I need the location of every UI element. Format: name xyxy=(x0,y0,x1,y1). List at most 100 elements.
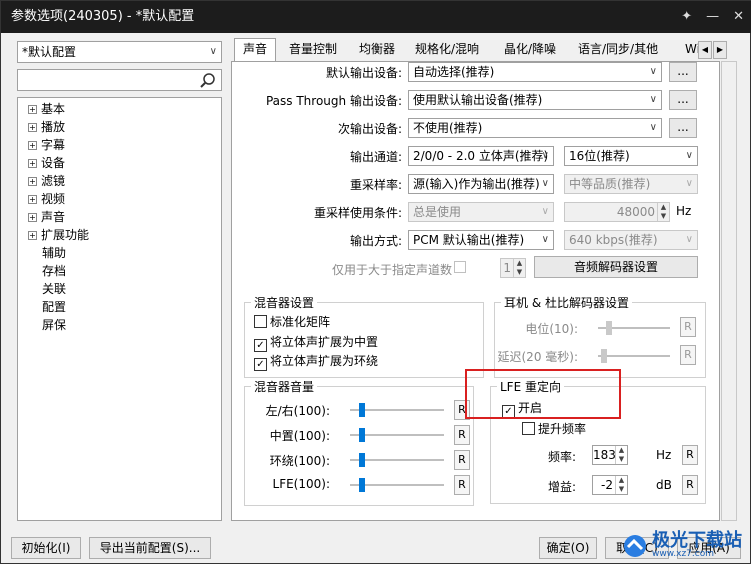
tab-volume-control[interactable]: 音量控制 xyxy=(289,39,337,61)
mixer-volume-reset-button-1[interactable]: R xyxy=(454,425,470,445)
initialize-button[interactable]: 初始化(I) xyxy=(11,537,81,559)
audio-decoder-settings-button[interactable]: 音频解码器设置 xyxy=(534,256,698,278)
min-channels-checkbox[interactable] xyxy=(454,261,466,273)
expand-icon[interactable]: + xyxy=(28,177,37,186)
chevron-down-icon: ∨ xyxy=(649,66,657,77)
close-icon[interactable]: ✕ xyxy=(733,1,744,33)
search-input[interactable] xyxy=(17,69,222,91)
tree-item-1[interactable]: + 播放 xyxy=(28,118,65,136)
tree-item-11[interactable]: 配置 xyxy=(42,298,66,316)
mixer-volume-reset-button-2[interactable]: R xyxy=(454,450,470,470)
slider-thumb[interactable] xyxy=(601,349,607,363)
lfe-gain-label: 增益: xyxy=(547,480,576,494)
expand-icon[interactable]: + xyxy=(28,195,37,204)
slider-thumb[interactable] xyxy=(359,428,365,442)
pin-icon[interactable]: ✦ xyxy=(681,1,692,33)
normalize-matrix-checkbox[interactable]: 标准化矩阵 xyxy=(254,314,330,330)
tab-scroll-right[interactable]: ▶ xyxy=(713,41,727,59)
tab-language-sync[interactable]: 语言/同步/其他 xyxy=(578,39,658,61)
mixer-volume-title: 混音器音量 xyxy=(251,378,318,395)
tree-item-5[interactable]: + 视频 xyxy=(28,190,65,208)
chevron-down-icon: ∨ xyxy=(541,150,549,161)
expand-icon[interactable]: + xyxy=(28,231,37,240)
slider-thumb[interactable] xyxy=(359,478,365,492)
tab-equalizer[interactable]: 均衡器 xyxy=(359,39,395,61)
tree-item-6[interactable]: + 声音 xyxy=(28,208,65,226)
chevron-down-icon: ∨ xyxy=(685,234,693,245)
resample-quality-value: 中等品质(推荐) xyxy=(569,177,651,191)
stereo-to-surround-label: 将立体声扩展为环绕 xyxy=(270,354,379,368)
sound-panel: 默认输出设备: 自动选择(推荐) ∨ ... Pass Through 输出设备:… xyxy=(231,61,720,521)
secondary-output-select[interactable]: 不使用(推荐) ∨ xyxy=(408,118,662,138)
tree-item-8[interactable]: 辅助 xyxy=(42,244,66,262)
default-output-select[interactable]: 自动选择(推荐) ∨ xyxy=(408,62,662,82)
tree-item-0[interactable]: + 基本 xyxy=(28,100,65,118)
ok-button[interactable]: 确定(O) xyxy=(539,537,597,559)
tab-bar: 声音 音量控制 均衡器 规格化/混响 晶化/降噪 语言/同步/其他 Wi xyxy=(232,38,712,62)
tab-normalize-reverb[interactable]: 规格化/混响 xyxy=(415,39,479,61)
tree-item-2[interactable]: + 字幕 xyxy=(28,136,65,154)
title-bar: 参数选项(240305) - *默认配置 ✦ — ✕ xyxy=(1,1,751,33)
window-title: 参数选项(240305) - *默认配置 xyxy=(11,9,195,24)
profile-select[interactable]: *默认配置 ∨ xyxy=(17,41,222,63)
stereo-to-center-checkbox[interactable]: ✓ 将立体声扩展为中置 xyxy=(254,334,378,352)
tree-item-9[interactable]: 存档 xyxy=(42,262,66,280)
tree-item-label: 存档 xyxy=(42,264,67,278)
passthrough-more-button[interactable]: ... xyxy=(669,90,697,110)
expand-icon[interactable]: + xyxy=(28,123,37,132)
tree-item-label: 配置 xyxy=(42,300,67,314)
mixer-volume-reset-button-3[interactable]: R xyxy=(454,475,470,495)
tree-item-7[interactable]: + 扩展功能 xyxy=(28,226,89,244)
lfe-boost-checkbox[interactable]: 提升频率 xyxy=(522,421,586,437)
slider-thumb[interactable] xyxy=(359,403,365,417)
tab-sound[interactable]: 声音 xyxy=(234,38,277,62)
expand-icon[interactable]: + xyxy=(28,213,37,222)
lfe-gain-reset-button[interactable]: R xyxy=(682,475,698,495)
search-icon[interactable] xyxy=(199,72,217,89)
resample-rate-value: 源(输入)作为输出(推荐) xyxy=(413,177,540,191)
mixer-volume-slider-2[interactable] xyxy=(350,452,444,468)
lfe-gain-spinner[interactable]: -2 ▲ ▼ xyxy=(592,475,628,495)
tree-item-label: 屏保 xyxy=(42,318,67,332)
headphone-delay-reset-button: R xyxy=(680,345,696,365)
resample-rate-select[interactable]: 源(输入)作为输出(推荐) ∨ xyxy=(408,174,554,194)
default-output-more-button[interactable]: ... xyxy=(669,62,697,82)
stereo-to-surround-checkbox[interactable]: ✓ 将立体声扩展为环绕 xyxy=(254,353,378,371)
passthrough-select[interactable]: 使用默认输出设备(推荐) ∨ xyxy=(408,90,662,110)
output-channel-select[interactable]: 2/0/0 - 2.0 立体声(推荐) ∨ xyxy=(408,146,554,166)
sample-rate-value: 48000 xyxy=(616,205,655,219)
export-config-button[interactable]: 导出当前配置(S)... xyxy=(89,537,211,559)
mixer-volume-slider-3[interactable] xyxy=(350,477,444,493)
stereo-to-center-label: 将立体声扩展为中置 xyxy=(270,335,379,349)
output-method-select[interactable]: PCM 默认输出(推荐) ∨ xyxy=(408,230,554,250)
minimize-icon[interactable]: — xyxy=(706,1,719,33)
tree-item-12[interactable]: 屏保 xyxy=(42,316,66,334)
expand-icon[interactable]: + xyxy=(28,159,37,168)
tree-item-4[interactable]: + 滤镜 xyxy=(28,172,65,190)
mixer-volume-slider-1[interactable] xyxy=(350,427,444,443)
mixer-volume-label-3: LFE(100): xyxy=(272,477,330,491)
spin-arrows-icon: ▲ ▼ xyxy=(615,476,627,494)
slider-thumb[interactable] xyxy=(359,453,365,467)
chevron-down-icon: ∨ xyxy=(541,234,549,245)
lfe-frequency-reset-button[interactable]: R xyxy=(682,445,698,465)
headphone-level-slider xyxy=(598,320,670,336)
output-method-value: PCM 默认输出(推荐) xyxy=(413,233,525,247)
lfe-frequency-spinner[interactable]: 183 ▲ ▼ xyxy=(592,445,628,465)
tab-scroll-left[interactable]: ◀ xyxy=(698,41,712,59)
chevron-down-icon: ∨ xyxy=(649,122,657,133)
mixer-volume-slider-0[interactable] xyxy=(350,402,444,418)
expand-icon[interactable]: + xyxy=(28,141,37,150)
bit-depth-select[interactable]: 16位(推荐) ∨ xyxy=(564,146,698,166)
tree-item-3[interactable]: + 设备 xyxy=(28,154,65,172)
panel-scrollbar[interactable] xyxy=(721,61,737,521)
tab-crystal-denoise[interactable]: 晶化/降噪 xyxy=(504,39,556,61)
expand-icon[interactable]: + xyxy=(28,105,37,114)
lfe-boost-label: 提升频率 xyxy=(538,422,587,436)
slider-thumb[interactable] xyxy=(606,321,612,335)
tree-item-10[interactable]: 关联 xyxy=(42,280,66,298)
secondary-output-more-button[interactable]: ... xyxy=(669,118,697,138)
lfe-highlight-box xyxy=(465,369,621,419)
category-tree[interactable]: + 基本 + 播放 + 字幕 + 设备 + 滤镜 + 视频 + 声音 + 扩展功能 辅助存档关联配置屏保 xyxy=(17,97,222,521)
bitrate-select: 640 kbps(推荐) ∨ xyxy=(564,230,698,250)
